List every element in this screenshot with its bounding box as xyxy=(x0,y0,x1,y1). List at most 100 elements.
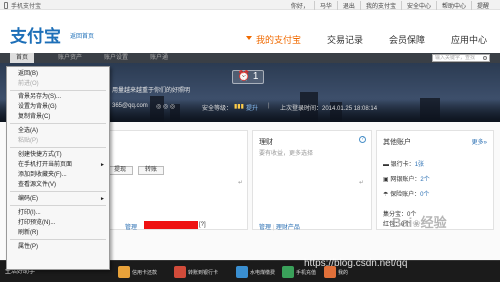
menu-item-view-source[interactable]: 查看源文件(V) xyxy=(7,180,109,190)
alarm-clock-widget[interactable]: ⏰ 1 xyxy=(232,70,264,84)
main-nav: 我的支付宝 交易记录 会员保障 应用中心 xyxy=(243,33,500,46)
search-input[interactable]: 输入关键字，查找 xyxy=(432,54,490,62)
menu-item-paste[interactable]: 粘贴(P) xyxy=(7,136,109,146)
utility-bill-label: 水电煤缴费 xyxy=(250,269,276,276)
menu-item-save-background[interactable]: 背景另存为(S)... xyxy=(7,92,109,102)
transfer-button[interactable]: 转账 xyxy=(138,166,165,175)
watermark-text: 经验 xyxy=(420,215,447,230)
menu-item-encoding[interactable]: 编码(E) xyxy=(7,194,109,204)
mobile-alipay-link[interactable]: 手机支付宝 xyxy=(4,1,41,10)
alarm-count: 1 xyxy=(252,71,259,82)
menu-item-add-favorite[interactable]: 添加到收藏夹(F)... xyxy=(7,170,109,180)
paw-icon: ❀ xyxy=(412,219,421,230)
menu-item-forward[interactable]: 前进(O) xyxy=(7,79,109,89)
watermark-text: Bai xyxy=(392,215,413,230)
menu-item-refresh[interactable]: 刷新(R) xyxy=(7,228,109,238)
refresh-icon[interactable]: ↵ xyxy=(238,179,243,186)
finance-products-link[interactable]: 理财产品 xyxy=(276,225,300,231)
bank-card-icon: ▬ xyxy=(383,162,389,168)
separator: | xyxy=(268,103,270,109)
finance-links: 管理 | 理财产品 xyxy=(259,222,300,231)
alipay-logo[interactable]: 支付宝 xyxy=(10,22,61,47)
top-links: 你好， 马华 退出 我的支付宝 安全中心 帮助中心 提醒 xyxy=(286,1,494,10)
nav-my-alipay[interactable]: 我的支付宝 xyxy=(243,33,314,46)
blog-url-watermark: https://blog.csdn.net/qq xyxy=(304,258,408,269)
menu-separator xyxy=(10,205,106,206)
refresh-icon[interactable]: ↵ xyxy=(359,179,364,186)
reminder-link[interactable]: 提醒 xyxy=(472,1,494,10)
finance-subtitle: 要有收益，更多选择 xyxy=(259,151,314,157)
finance-manage-link[interactable]: 管理 xyxy=(259,225,271,231)
menu-item-select-all[interactable]: 全选(A) xyxy=(7,126,109,136)
manage-link[interactable]: 管理 xyxy=(125,222,137,231)
browser-context-menu: 返回(B) 前进(O) 背景另存为(S)... 设置为背景(G) 复制背景(C)… xyxy=(6,66,110,270)
greeting-text: 你好， xyxy=(286,1,315,10)
mobile-recharge-label: 手机充值 xyxy=(296,269,317,276)
tab-account-settings[interactable]: 账户设置 xyxy=(98,53,134,63)
user-email: 365@qq.com xyxy=(112,103,148,109)
phone-icon xyxy=(4,2,8,9)
online-bank-row[interactable]: ▣ 网银账户：2个 xyxy=(383,174,430,183)
menu-separator xyxy=(10,147,106,148)
online-bank-icon: ▣ xyxy=(383,177,389,183)
menu-item-back[interactable]: 返回(B) xyxy=(7,69,109,79)
menu-separator xyxy=(10,123,106,124)
insurance-label: 保险账户： xyxy=(390,192,421,198)
help-tooltip-link[interactable]: [?] xyxy=(199,222,206,228)
menu-item-print-preview[interactable]: 打印预览(N)... xyxy=(7,218,109,228)
menu-separator xyxy=(10,239,106,240)
security-upgrade-link[interactable]: 提升 xyxy=(246,103,258,112)
search-placeholder: 输入关键字，查找 xyxy=(435,55,476,61)
utility-bill-button[interactable]: 水电煤缴费 xyxy=(236,264,275,280)
help-icon[interactable]: ? xyxy=(359,136,366,143)
site-header: 支付宝 返回首页 我的支付宝 交易记录 会员保障 应用中心 xyxy=(0,10,500,53)
bank-card-count[interactable]: 1张 xyxy=(415,162,424,168)
online-bank-count[interactable]: 2个 xyxy=(420,177,429,183)
security-center-link[interactable]: 安全中心 xyxy=(402,1,437,10)
tab-account-service[interactable]: 账户通 xyxy=(144,53,174,63)
tab-account-assets[interactable]: 账户资产 xyxy=(52,53,88,63)
security-level-label: 安全等级： xyxy=(202,106,233,112)
logout-link[interactable]: 退出 xyxy=(338,1,361,10)
bank-card-row[interactable]: ▬ 银行卡：1张 xyxy=(383,159,424,168)
finance-panel: 理财 要有收益，更多选择 ? ↵ 管理 | 理财产品 xyxy=(252,130,372,231)
username-link[interactable]: 马华 xyxy=(315,1,338,10)
menu-separator xyxy=(10,90,106,91)
bank-card-label: 银行卡： xyxy=(390,162,415,168)
menu-item-copy-background[interactable]: 复制背景(C) xyxy=(7,112,109,122)
help-center-link[interactable]: 帮助中心 xyxy=(437,1,472,10)
credit-card-repay-label: 信用卡还款 xyxy=(132,269,158,276)
nav-app-center[interactable]: 应用中心 xyxy=(438,33,500,46)
more-link[interactable]: 更多» xyxy=(472,137,487,146)
back-home-link[interactable]: 返回首页 xyxy=(70,31,94,40)
menu-item-create-shortcut[interactable]: 创建快捷方式(T) xyxy=(7,150,109,160)
credit-card-icon xyxy=(118,266,130,278)
online-bank-label: 网银账户： xyxy=(390,177,421,183)
menu-separator xyxy=(10,191,106,192)
menu-item-set-background[interactable]: 设置为背景(G) xyxy=(7,102,109,112)
sub-tab-strip: 首页 账户资产 账户设置 账户通 输入关键字，查找 xyxy=(0,53,500,63)
my-alipay-link[interactable]: 我的支付宝 xyxy=(361,1,402,10)
credit-card-repay-button[interactable]: 信用卡还款 xyxy=(118,264,157,280)
nav-member-protection[interactable]: 会员保障 xyxy=(376,33,438,46)
last-login-time: 上次登录时间：2014.01.25 18:08:14 xyxy=(280,106,378,112)
alarm-clock-icon: ⏰ xyxy=(237,71,251,82)
withdraw-button[interactable]: 提现 xyxy=(107,166,134,175)
security-level-bar: ▮▮▮ xyxy=(234,104,244,110)
tab-home[interactable]: 首页 xyxy=(10,53,35,63)
transfer-to-bank-button[interactable]: 转账到银行卡 xyxy=(174,264,218,280)
transfer-to-bank-label: 转账到银行卡 xyxy=(188,269,219,276)
menu-item-print[interactable]: 打印(I)... xyxy=(7,208,109,218)
menu-item-open-on-phone[interactable]: 在手机打开当前页面 xyxy=(7,160,109,170)
other-accounts-title: 其他账户 xyxy=(383,139,411,146)
insurance-row[interactable]: ☂ 保险账户：0个 xyxy=(383,189,429,198)
mobile-recharge-icon xyxy=(282,266,294,278)
insurance-count[interactable]: 0个 xyxy=(420,192,429,198)
menu-item-properties[interactable]: 属性(P) xyxy=(7,242,109,252)
umbrella-icon: ☂ xyxy=(383,192,389,198)
search-icon[interactable] xyxy=(483,56,487,60)
finance-title: 理财 xyxy=(259,139,273,146)
mobile-alipay-label: 手机支付宝 xyxy=(11,4,42,10)
banner-notice: 用量越来越重于你们的好照明 xyxy=(112,88,191,94)
nav-transactions[interactable]: 交易记录 xyxy=(314,33,376,46)
